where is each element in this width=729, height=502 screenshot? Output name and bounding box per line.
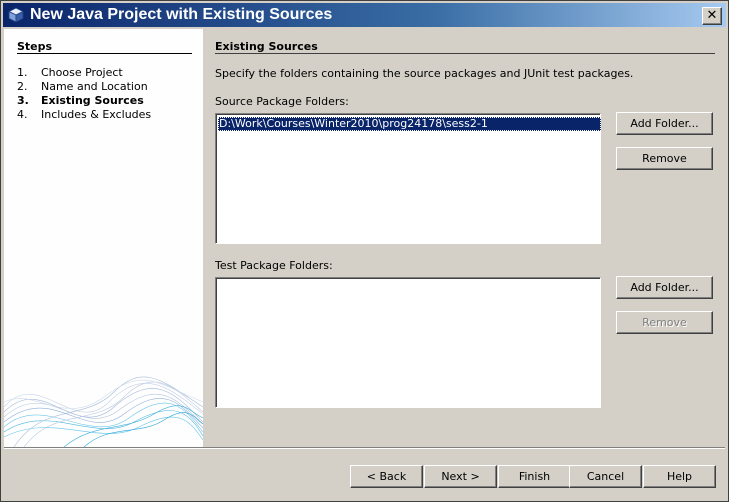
main-panel: Existing Sources Specify the folders con… xyxy=(215,29,720,447)
step-label: Includes & Excludes xyxy=(41,108,152,121)
source-add-folder-button[interactable]: Add Folder... xyxy=(616,112,713,135)
title-divider xyxy=(215,53,715,54)
help-button[interactable]: Help xyxy=(643,465,716,488)
test-remove-button: Remove xyxy=(616,311,713,334)
decorative-waves-image xyxy=(4,376,203,447)
steps-panel: Steps 1. Choose Project 2. Name and Locati… xyxy=(4,29,203,447)
next-button[interactable]: Next > xyxy=(424,465,497,488)
list-item[interactable]: D:\Work\Courses\Winter2010\prog24178\ses… xyxy=(218,117,601,131)
page-title: Existing Sources xyxy=(215,40,318,53)
step-number: 3. xyxy=(17,94,29,107)
source-folders-list[interactable]: D:\Work\Courses\Winter2010\prog24178\ses… xyxy=(215,113,601,244)
cancel-button[interactable]: Cancel xyxy=(569,465,642,488)
steps-heading: Steps xyxy=(17,40,53,53)
step-existing-sources: 3. Existing Sources xyxy=(17,94,151,108)
description-text: Specify the folders containing the sourc… xyxy=(215,67,634,80)
step-choose-project: 1. Choose Project xyxy=(17,66,151,80)
steps-list: 1. Choose Project 2. Name and Location 3. E… xyxy=(17,66,151,122)
step-includes-excludes: 4. Includes & Excludes xyxy=(17,108,151,122)
source-folders-label: Source Package Folders: xyxy=(215,95,349,108)
step-label: Name and Location xyxy=(41,80,148,93)
step-number: 2. xyxy=(17,80,28,93)
finish-button[interactable]: Finish xyxy=(498,465,571,488)
step-number: 4. xyxy=(17,108,28,121)
step-label: Choose Project xyxy=(41,66,123,79)
step-name-and-location: 2. Name and Location xyxy=(17,80,151,94)
back-button[interactable]: < Back xyxy=(350,465,423,488)
step-number: 1. xyxy=(17,66,28,79)
close-button[interactable]: ✕ xyxy=(702,7,722,25)
dialog-window: New Java Project with Existing Sources ✕… xyxy=(0,0,729,502)
source-remove-button[interactable]: Remove xyxy=(616,147,713,170)
window-title: New Java Project with Existing Sources xyxy=(30,6,333,23)
steps-divider xyxy=(17,53,192,54)
close-icon: ✕ xyxy=(706,8,718,23)
java-cup-icon xyxy=(8,7,24,23)
footer-divider xyxy=(4,447,725,449)
title-bar[interactable]: New Java Project with Existing Sources ✕ xyxy=(3,3,726,27)
test-folders-list[interactable] xyxy=(215,277,601,408)
test-add-folder-button[interactable]: Add Folder... xyxy=(616,276,713,299)
test-folders-label: Test Package Folders: xyxy=(215,259,333,272)
step-label: Existing Sources xyxy=(41,94,144,107)
